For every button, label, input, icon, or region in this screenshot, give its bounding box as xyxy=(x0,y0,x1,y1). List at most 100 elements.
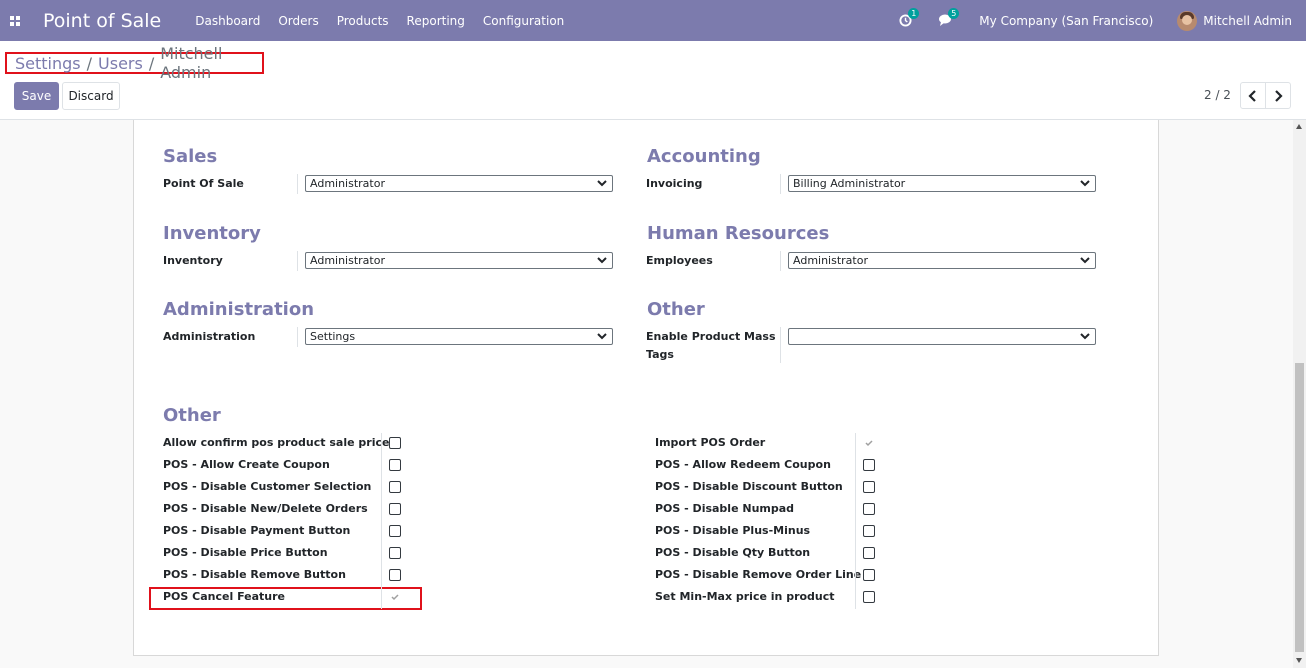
checkbox-allow-confirm-pos-product-sale-price[interactable] xyxy=(389,437,401,449)
apps-menu-icon[interactable] xyxy=(0,0,30,41)
checkbox-pos-allow-create-coupon[interactable] xyxy=(389,459,401,471)
field-label-enable-product-mass: Enable Product Mass xyxy=(646,330,776,343)
checkbox-pos-disable-new-delete-orders[interactable] xyxy=(389,503,401,515)
field-label-invoicing: Invoicing xyxy=(646,177,703,190)
checkbox-label-pos-disable-remove-button: POS - Disable Remove Button xyxy=(163,568,346,581)
group-title-sales: Sales xyxy=(163,146,218,167)
checkbox-pos-disable-payment-button[interactable] xyxy=(389,525,401,537)
checkbox-label-pos-cancel-feature: POS Cancel Feature xyxy=(163,590,285,603)
checkbox-label-pos-disable-customer-selection: POS - Disable Customer Selection xyxy=(163,480,372,493)
scroll-down-arrow-icon[interactable] xyxy=(1296,658,1302,663)
checkbox-pos-disable-numpad[interactable] xyxy=(863,503,875,515)
checkbox-label-pos-disable-new-delete-orders: POS - Disable New/Delete Orders xyxy=(163,502,368,515)
chevron-down-icon xyxy=(597,333,607,340)
activity-clock-icon[interactable]: 1 xyxy=(899,7,920,28)
select-value: Billing Administrator xyxy=(793,177,906,190)
scroll-thumb[interactable] xyxy=(1295,363,1304,652)
menu-reporting[interactable]: Reporting xyxy=(407,14,465,28)
field-separator xyxy=(297,327,298,347)
field-separator xyxy=(855,499,856,521)
user-avatar[interactable] xyxy=(1177,10,1198,31)
field-separator xyxy=(855,543,856,565)
pager-value[interactable]: 2 / 2 xyxy=(1204,88,1231,102)
chevron-left-icon xyxy=(1248,89,1256,102)
field-label-point-of-sale: Point Of Sale xyxy=(163,177,244,190)
checkbox-set-min-max-price-in-product[interactable] xyxy=(863,591,875,603)
breadcrumb-separator: / xyxy=(148,53,155,73)
field-separator xyxy=(855,433,856,455)
select-value: Administrator xyxy=(310,177,385,190)
menu-orders[interactable]: Orders xyxy=(278,14,318,28)
chevron-down-icon xyxy=(597,257,607,264)
checkbox-pos-disable-qty-button[interactable] xyxy=(863,547,875,559)
select-value: Administrator xyxy=(310,254,385,267)
field-label-inventory: Inventory xyxy=(163,254,223,267)
breadcrumb-current: Mitchell Admin xyxy=(160,44,223,82)
checkbox-pos-disable-discount-button[interactable] xyxy=(863,481,875,493)
save-button[interactable]: Save xyxy=(14,82,59,110)
checkbox-label-import-pos-order: Import POS Order xyxy=(655,436,766,449)
menu-configuration[interactable]: Configuration xyxy=(483,14,564,28)
chevron-down-icon xyxy=(1080,333,1090,340)
menu-products[interactable]: Products xyxy=(337,14,389,28)
select-point-of-sale[interactable]: Administrator xyxy=(305,175,613,192)
pager-previous-button[interactable] xyxy=(1240,82,1266,109)
field-separator xyxy=(381,543,382,565)
checkbox-import-pos-order[interactable] xyxy=(863,437,875,449)
field-label-administration: Administration xyxy=(163,330,256,343)
breadcrumb-settings[interactable]: Settings xyxy=(15,54,81,73)
breadcrumb-separator: / xyxy=(86,53,93,73)
checkbox-label-pos-disable-discount-button: POS - Disable Discount Button xyxy=(655,480,843,493)
field-separator xyxy=(780,327,781,363)
pager-next-button[interactable] xyxy=(1265,82,1291,109)
field-separator xyxy=(381,521,382,543)
group-title-other-section: Other xyxy=(163,405,221,426)
field-separator xyxy=(855,565,856,587)
checkbox-pos-disable-remove-order-line[interactable] xyxy=(863,569,875,581)
select-enable-product-mass-tags[interactable] xyxy=(788,328,1096,345)
field-separator xyxy=(855,455,856,477)
checkbox-pos-disable-price-button[interactable] xyxy=(389,547,401,559)
chevron-down-icon xyxy=(1080,180,1090,187)
checkbox-label-pos-disable-payment-button: POS - Disable Payment Button xyxy=(163,524,351,537)
company-switcher[interactable]: My Company (San Francisco) xyxy=(979,14,1153,28)
group-title-human-resources: Human Resources xyxy=(647,223,830,244)
field-separator xyxy=(297,251,298,271)
field-separator xyxy=(780,251,781,271)
checkbox-pos-disable-remove-button[interactable] xyxy=(389,569,401,581)
checkbox-label-pos-disable-remove-order-line: POS - Disable Remove Order Line xyxy=(655,568,862,581)
select-administration[interactable]: Settings xyxy=(305,328,613,345)
field-separator xyxy=(381,433,382,455)
group-title-accounting: Accounting xyxy=(647,146,761,167)
scroll-up-arrow-icon[interactable] xyxy=(1296,124,1302,129)
checkbox-label-pos-disable-plus-minus: POS - Disable Plus-Minus xyxy=(655,524,811,537)
select-value: Administrator xyxy=(793,254,868,267)
field-separator xyxy=(855,521,856,543)
checkbox-label-pos-disable-qty-button: POS - Disable Qty Button xyxy=(655,546,811,559)
checkbox-label-pos-disable-numpad: POS - Disable Numpad xyxy=(655,502,795,515)
checkbox-label-pos-disable-price-button: POS - Disable Price Button xyxy=(163,546,328,559)
field-separator xyxy=(855,587,856,609)
activity-badge: 1 xyxy=(908,7,920,19)
messages-chat-icon[interactable]: 5 xyxy=(939,7,960,28)
checkbox-pos-allow-redeem-coupon[interactable] xyxy=(863,459,875,471)
chevron-down-icon xyxy=(597,180,607,187)
checkbox-pos-cancel-feature[interactable] xyxy=(389,591,401,603)
user-menu[interactable]: Mitchell Admin xyxy=(1203,14,1292,28)
checkmark-icon xyxy=(391,594,399,601)
top-navbar: Point of Sale Dashboard Orders Products … xyxy=(0,0,1306,41)
checkbox-pos-disable-customer-selection[interactable] xyxy=(389,481,401,493)
discard-button[interactable]: Discard xyxy=(62,82,120,110)
app-title[interactable]: Point of Sale xyxy=(43,10,161,32)
checkbox-pos-disable-plus-minus[interactable] xyxy=(863,525,875,537)
messages-badge: 5 xyxy=(948,7,960,19)
checkbox-label-pos-allow-create-coupon: POS - Allow Create Coupon xyxy=(163,458,330,471)
select-employees[interactable]: Administrator xyxy=(788,252,1096,269)
breadcrumb-users[interactable]: Users xyxy=(98,54,143,73)
vertical-scrollbar[interactable] xyxy=(1293,120,1306,668)
field-separator xyxy=(855,477,856,499)
select-invoicing[interactable]: Billing Administrator xyxy=(788,175,1096,192)
checkbox-label-allow-confirm-pos-product-sale-price: Allow confirm pos product sale price xyxy=(163,436,390,449)
menu-dashboard[interactable]: Dashboard xyxy=(195,14,260,28)
select-inventory[interactable]: Administrator xyxy=(305,252,613,269)
